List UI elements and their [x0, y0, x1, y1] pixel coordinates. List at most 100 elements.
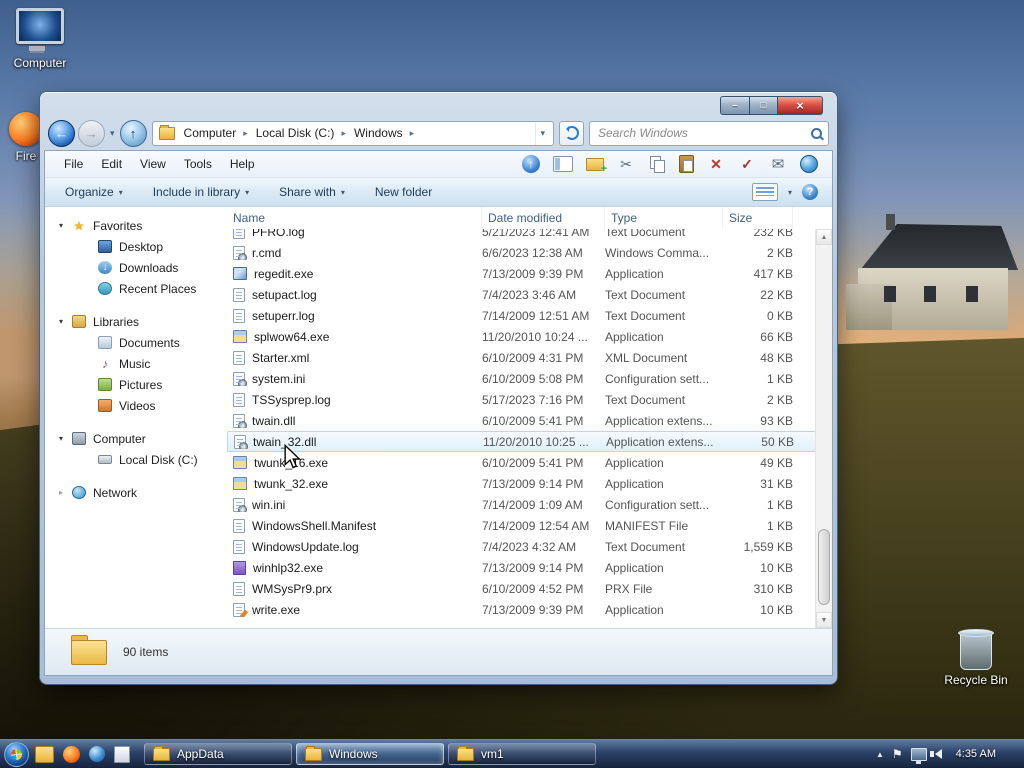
- share-with-button[interactable]: Share with: [279, 185, 345, 199]
- views-icon[interactable]: [751, 183, 778, 201]
- file-row[interactable]: setuperr.log 7/14/2009 12:51 AM Text Doc…: [227, 305, 816, 326]
- file-row[interactable]: system.ini 6/10/2009 5:08 PM Configurati…: [227, 368, 816, 389]
- file-row[interactable]: Starter.xml 6/10/2009 4:31 PM XML Docume…: [227, 347, 816, 368]
- breadcrumb[interactable]: ComputerLocal Disk (C:)Windows: [151, 120, 554, 146]
- sidebar-item[interactable]: Recent Places: [45, 278, 227, 299]
- sidebar-item[interactable]: Documents: [45, 332, 227, 353]
- sidebar-item[interactable]: Desktop: [45, 236, 227, 257]
- volume-icon[interactable]: [929, 749, 942, 759]
- recent-pages-chevron-icon[interactable]: [110, 128, 115, 139]
- sidebar-item-icon: [72, 486, 86, 499]
- help-icon[interactable]: [802, 184, 818, 200]
- vertical-scrollbar[interactable]: [815, 229, 832, 628]
- column-header-date-modified[interactable]: Date modified: [482, 207, 605, 229]
- file-row[interactable]: win.ini 7/14/2009 1:09 AM Configuration …: [227, 494, 816, 515]
- system-tray: 4:35 AM: [876, 747, 1024, 764]
- delete-icon[interactable]: [707, 155, 725, 173]
- desktop-icon-recycle-bin[interactable]: Recycle Bin: [940, 629, 1012, 687]
- file-row[interactable]: WindowsUpdate.log 7/4/2023 4:32 AM Text …: [227, 536, 816, 557]
- file-row[interactable]: setupact.log 7/4/2023 3:46 AM Text Docum…: [227, 284, 816, 305]
- breadcrumb-segment[interactable]: Local Disk (C:): [252, 122, 350, 145]
- forward-icon[interactable]: [78, 119, 105, 147]
- file-row[interactable]: twunk_16.exe 6/10/2009 5:41 PM Applicati…: [227, 452, 816, 473]
- scroll-down-icon[interactable]: [816, 612, 832, 628]
- up-icon[interactable]: [119, 119, 147, 147]
- search-box[interactable]: [589, 120, 829, 146]
- title-bar[interactable]: [44, 92, 833, 116]
- action-center-icon[interactable]: [892, 747, 903, 761]
- file-row[interactable]: TSSysprep.log 5/17/2023 7:16 PM Text Doc…: [227, 389, 816, 410]
- internet-icon[interactable]: [800, 155, 818, 173]
- new-item-icon[interactable]: [586, 157, 607, 175]
- firefox-icon[interactable]: [63, 745, 80, 763]
- taskbar-button[interactable]: vm1: [448, 743, 596, 765]
- menu-item[interactable]: Tools: [175, 151, 221, 177]
- file-row[interactable]: regedit.exe 7/13/2009 9:39 PM Applicatio…: [227, 263, 816, 284]
- sidebar-item[interactable]: Libraries: [45, 311, 227, 332]
- up-toolbar-icon[interactable]: [522, 155, 540, 173]
- close-button[interactable]: [778, 96, 823, 115]
- menu-item[interactable]: Help: [221, 151, 264, 177]
- column-header-type[interactable]: Type: [605, 207, 723, 229]
- include-in-library-button[interactable]: Include in library: [153, 185, 249, 199]
- taskbar-button[interactable]: AppData: [144, 743, 292, 765]
- desktop-icon-computer[interactable]: Computer: [4, 8, 76, 70]
- reading-pane-icon[interactable]: [553, 156, 573, 172]
- column-header-name[interactable]: Name: [227, 207, 482, 229]
- sidebar-item[interactable]: Favorites: [45, 215, 227, 236]
- views-dropdown-icon[interactable]: [788, 188, 792, 197]
- cut-icon[interactable]: [617, 155, 635, 173]
- breadcrumb-segment[interactable]: Computer: [180, 122, 252, 145]
- file-row[interactable]: r.cmd 6/6/2023 12:38 AM Windows Comma...…: [227, 242, 816, 263]
- file-type: Application: [605, 476, 664, 491]
- sidebar-item[interactable]: Downloads: [45, 257, 227, 278]
- new-folder-button[interactable]: New folder: [375, 185, 432, 199]
- explorer-icon[interactable]: [35, 745, 54, 763]
- sidebar-item[interactable]: Videos: [45, 395, 227, 416]
- expand-collapse-icon[interactable]: [59, 488, 72, 497]
- file-row[interactable]: PFRO.log 5/21/2023 12:41 AM Text Documen…: [227, 229, 816, 242]
- file-row[interactable]: twain_32.dll 11/20/2010 10:25 ... Applic…: [227, 431, 816, 452]
- expand-collapse-icon[interactable]: [59, 221, 72, 230]
- file-row[interactable]: twain.dll 6/10/2009 5:41 PM Application …: [227, 410, 816, 431]
- browser-icon[interactable]: [89, 746, 105, 762]
- expand-collapse-icon[interactable]: [59, 434, 72, 443]
- minimize-button[interactable]: [720, 96, 750, 115]
- hidden-icons-icon[interactable]: [876, 750, 884, 759]
- expand-collapse-icon[interactable]: [59, 317, 72, 326]
- breadcrumb-segment[interactable]: Windows: [350, 122, 418, 145]
- refresh-icon[interactable]: [559, 120, 584, 146]
- apply-icon[interactable]: [738, 155, 756, 173]
- start-icon[interactable]: [4, 741, 29, 767]
- maximize-button[interactable]: [750, 96, 778, 115]
- menu-item[interactable]: Edit: [92, 151, 131, 177]
- file-row[interactable]: WMSysPr9.prx 6/10/2009 4:52 PM PRX File …: [227, 578, 816, 599]
- file-type: Application: [605, 329, 664, 344]
- mail-icon[interactable]: [769, 155, 787, 173]
- scrollbar-thumb[interactable]: [818, 529, 830, 605]
- sidebar-item[interactable]: Computer: [45, 428, 227, 449]
- file-row[interactable]: winhlp32.exe 7/13/2009 9:14 PM Applicati…: [227, 557, 816, 578]
- menu-item[interactable]: View: [131, 151, 175, 177]
- sidebar-item[interactable]: Pictures: [45, 374, 227, 395]
- sidebar-item[interactable]: Network: [45, 482, 227, 503]
- clock[interactable]: 4:35 AM: [956, 748, 996, 760]
- copy-icon[interactable]: [648, 155, 666, 173]
- column-header-size[interactable]: Size: [723, 207, 793, 229]
- file-row[interactable]: twunk_32.exe 7/13/2009 9:14 PM Applicati…: [227, 473, 816, 494]
- search-input[interactable]: [596, 125, 811, 141]
- organize-button[interactable]: Organize: [65, 185, 123, 199]
- scroll-up-icon[interactable]: [816, 229, 832, 245]
- taskbar-button[interactable]: Windows: [296, 743, 444, 765]
- network-icon[interactable]: [910, 747, 927, 764]
- back-icon[interactable]: [48, 119, 75, 147]
- sidebar-item[interactable]: Music: [45, 353, 227, 374]
- app-icon[interactable]: [114, 745, 130, 763]
- file-row[interactable]: WindowsShell.Manifest 7/14/2009 12:54 AM…: [227, 515, 816, 536]
- menu-item[interactable]: File: [55, 151, 92, 177]
- sidebar-item[interactable]: Local Disk (C:): [45, 449, 227, 470]
- address-dropdown-icon[interactable]: [535, 121, 549, 145]
- file-row[interactable]: write.exe 7/13/2009 9:39 PM Application …: [227, 599, 816, 620]
- file-row[interactable]: splwow64.exe 11/20/2010 10:24 ... Applic…: [227, 326, 816, 347]
- paste-icon[interactable]: [679, 155, 694, 173]
